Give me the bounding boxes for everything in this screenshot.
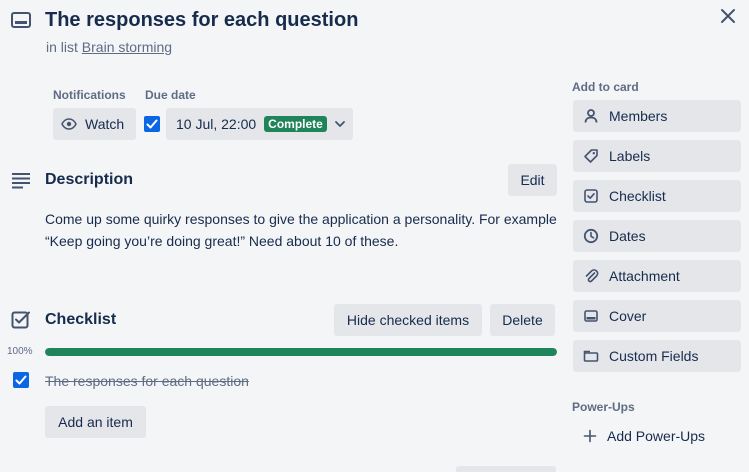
dates-button[interactable]: Dates [573, 220, 741, 252]
plus-icon [583, 429, 597, 443]
description-title: Description [45, 171, 134, 188]
chevron-down-icon [333, 117, 347, 131]
list-reference: in list Brain storming [46, 39, 172, 55]
paperclip-icon [583, 268, 599, 284]
edit-description-button[interactable]: Edit [508, 164, 557, 196]
close-icon[interactable] [716, 4, 740, 28]
custom-fields-button[interactable]: Custom Fields [573, 340, 741, 372]
complete-badge: Complete [264, 116, 327, 132]
card-icon [10, 10, 32, 30]
description-icon [10, 170, 32, 190]
eye-icon [61, 116, 77, 132]
members-button[interactable]: Members [573, 100, 741, 132]
custom-fields-label: Custom Fields [609, 348, 699, 364]
progress-bar [45, 348, 557, 356]
add-to-card-label: Add to card [572, 80, 639, 94]
checklist-icon [10, 310, 32, 330]
tag-icon [583, 148, 599, 164]
labels-label: Labels [609, 148, 651, 164]
due-date-button[interactable]: 10 Jul, 22:00 Complete [166, 108, 353, 140]
add-power-ups-label: Add Power-Ups [607, 428, 706, 444]
custom-fields-icon [583, 348, 599, 364]
person-icon [583, 108, 599, 124]
checklist-title[interactable]: Checklist [45, 311, 116, 329]
card-title[interactable]: The responses for each question [45, 9, 358, 32]
description-text[interactable]: Come up some quirky responses to give th… [45, 208, 560, 252]
list-link[interactable]: Brain storming [82, 39, 172, 55]
checklist-item-text[interactable]: The responses for each question [45, 373, 249, 389]
members-label: Members [609, 108, 668, 124]
delete-checklist-button[interactable]: Delete [490, 304, 555, 336]
dates-label: Dates [609, 228, 646, 244]
checkbox-icon [583, 188, 599, 204]
in-list-prefix: in list [46, 39, 78, 55]
checklist-label: Checklist [609, 188, 666, 204]
attachment-label: Attachment [609, 268, 680, 284]
card-cover-icon [583, 308, 599, 324]
power-ups-label: Power-Ups [572, 400, 635, 414]
attachment-button[interactable]: Attachment [573, 260, 741, 292]
cover-label: Cover [609, 308, 647, 324]
clock-icon [583, 228, 599, 244]
partially-visible-button[interactable] [456, 466, 556, 472]
hide-checked-items-button[interactable]: Hide checked items [334, 304, 482, 336]
progress-bar-fill [45, 348, 557, 356]
due-date-checkbox[interactable] [144, 116, 160, 132]
add-power-ups-button[interactable]: Add Power-Ups [573, 420, 741, 452]
watch-button[interactable]: Watch [53, 108, 136, 140]
watch-label: Watch [85, 116, 125, 132]
progress-percentage: 100% [7, 346, 33, 357]
notifications-label: Notifications [53, 88, 126, 102]
due-date-label: Due date [145, 88, 196, 102]
add-item-button[interactable]: Add an item [45, 406, 146, 438]
labels-button[interactable]: Labels [573, 140, 741, 172]
cover-button[interactable]: Cover [573, 300, 741, 332]
due-date-value: 10 Jul, 22:00 [176, 116, 257, 132]
checklist-item-checkbox[interactable] [13, 372, 29, 388]
checklist-button[interactable]: Checklist [573, 180, 741, 212]
